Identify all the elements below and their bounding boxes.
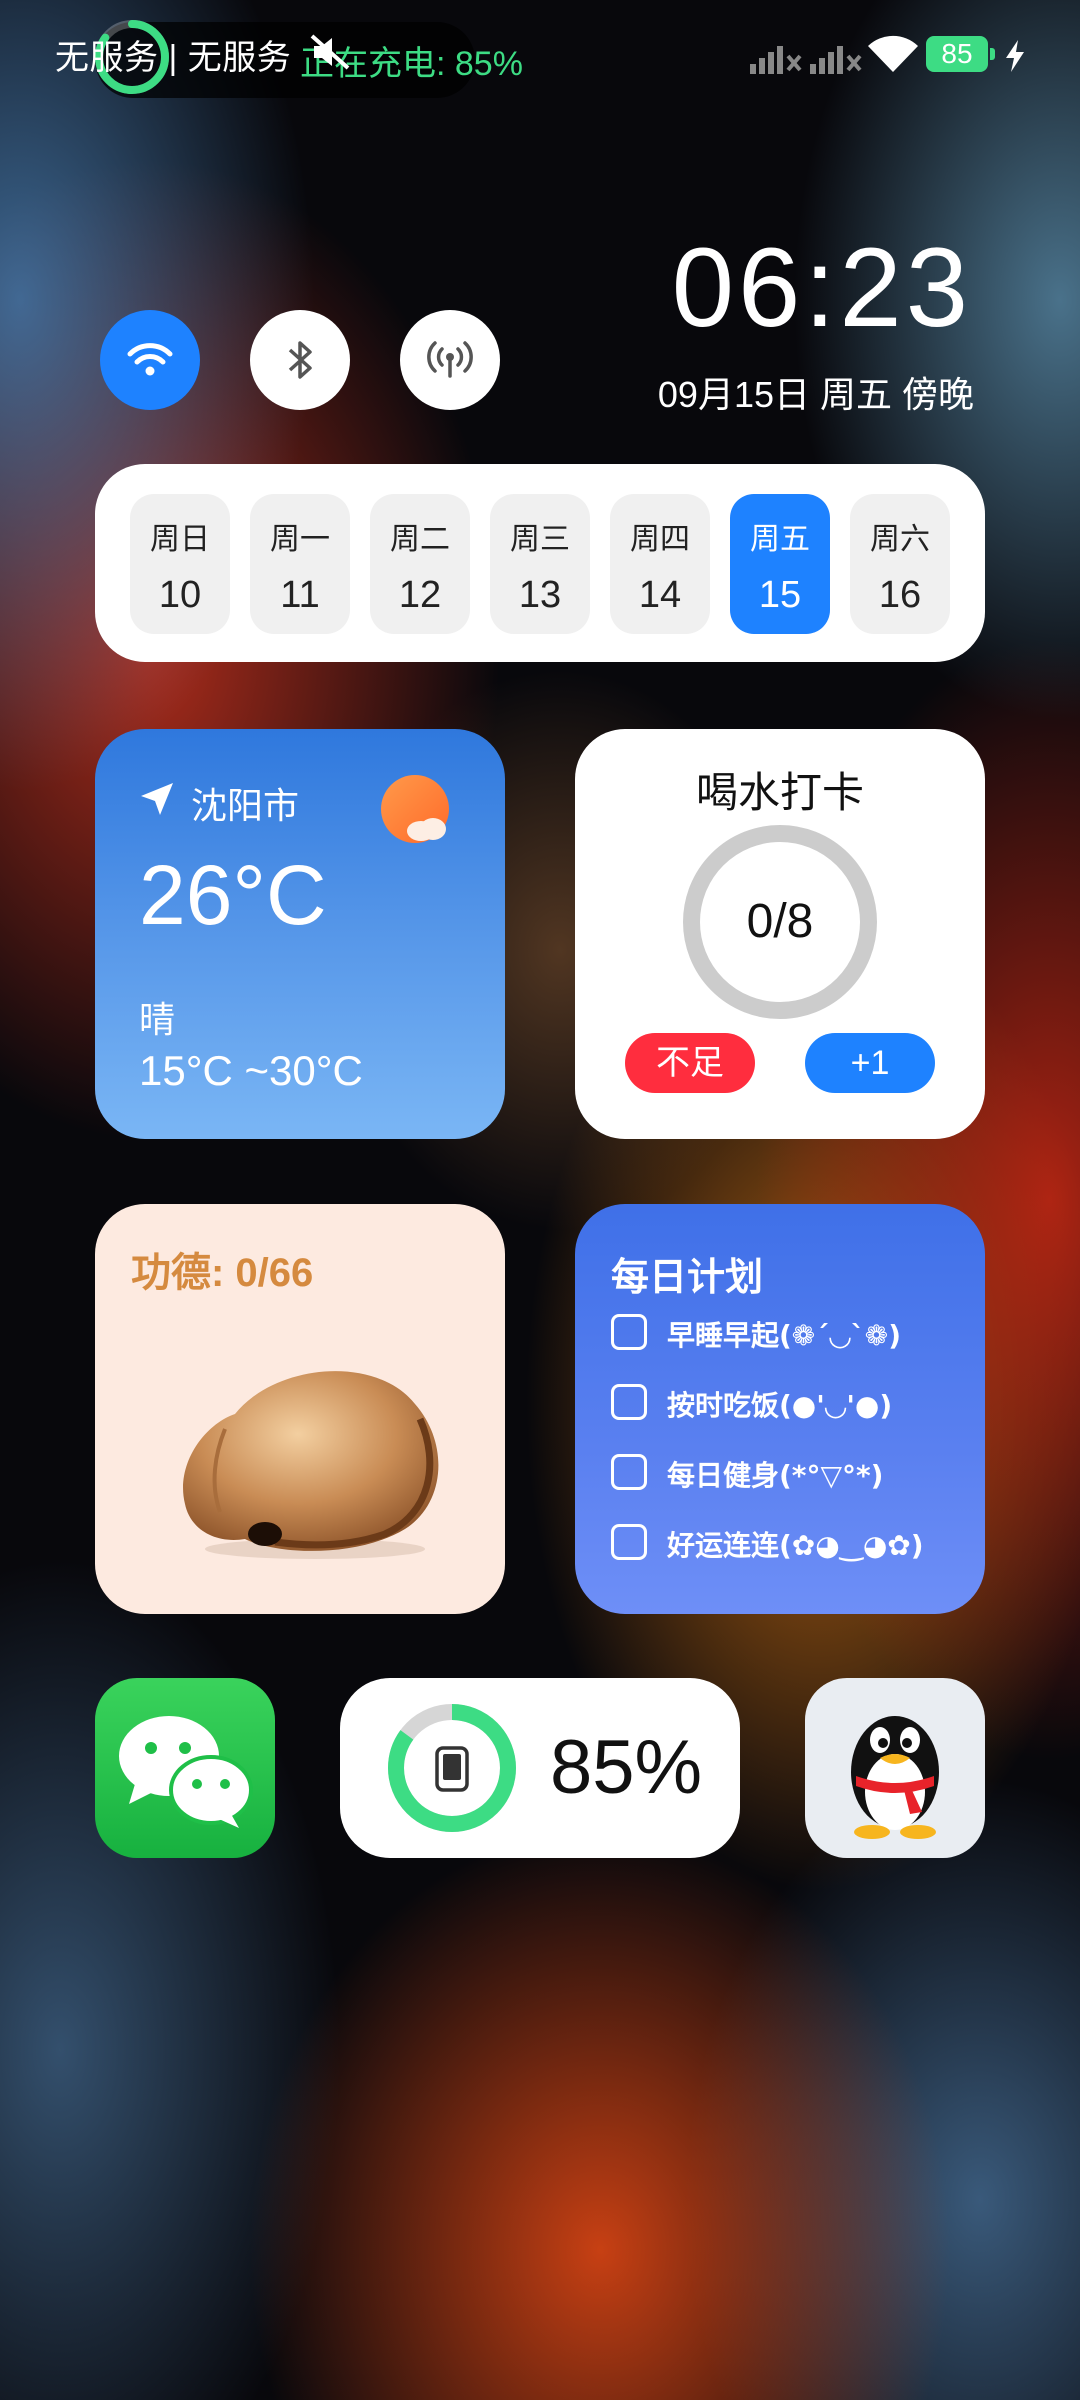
day-name: 周六 — [870, 522, 930, 557]
wifi-icon — [127, 343, 173, 376]
week-calendar-widget[interactable]: 周日 10 周一 11 周二 12 周三 13 周四 14 周五 15 周六 1… — [95, 464, 985, 662]
day-name: 周日 — [150, 522, 210, 557]
day-thursday[interactable]: 周四 14 — [610, 494, 710, 634]
plan-item[interactable]: 早睡早起(❁´◡`❁) — [611, 1308, 971, 1358]
plan-item[interactable]: 好运连连(✿◕‿◕✿) — [611, 1518, 971, 1568]
day-friday-selected[interactable]: 周五 15 — [730, 494, 830, 634]
plan-title: 每日计划 — [611, 1255, 764, 1299]
day-number: 10 — [158, 574, 202, 616]
plan-checkbox[interactable] — [611, 1384, 647, 1420]
location-arrow-icon — [141, 783, 173, 815]
day-monday[interactable]: 周一 11 — [250, 494, 350, 634]
signal-1-icon — [750, 46, 802, 74]
battery-percent: 85% — [550, 1725, 703, 1810]
weather-condition: 晴 — [139, 1000, 176, 1041]
water-tracker-widget[interactable]: 喝水打卡 0/8 不足 +1 — [575, 729, 985, 1139]
battery-status-icon: 85 — [926, 36, 988, 72]
day-name: 周一 — [270, 522, 330, 557]
plan-item-text: 每日健身(*°▽°*) — [667, 1459, 884, 1492]
wooden-fish-icon[interactable] — [165, 1334, 455, 1564]
status-bar: 正在充电: 85% 无服务 | 无服务 85 — [0, 0, 1080, 110]
phone-icon — [435, 1746, 469, 1792]
weather-range: 15°C ~30°C — [139, 1047, 363, 1094]
day-number: 14 — [638, 574, 682, 616]
plan-item[interactable]: 每日健身(*°▽°*) — [611, 1448, 971, 1498]
plan-item-text: 好运连连(✿◕‿◕✿) — [667, 1529, 924, 1562]
wechat-icon — [119, 1716, 253, 1828]
day-number: 13 — [518, 574, 562, 616]
day-number: 11 — [280, 574, 320, 616]
weather-widget[interactable]: 沈阳市 26°C 晴 15°C ~30°C — [95, 729, 505, 1139]
water-count: 0/8 — [746, 895, 814, 948]
water-title: 喝水打卡 — [695, 768, 864, 817]
plan-item-text: 按时吃饭(●'◡'●) — [667, 1389, 893, 1422]
cloud-icon — [407, 818, 446, 841]
weather-city: 沈阳市 — [191, 786, 300, 827]
mute-icon — [310, 34, 350, 70]
merit-widget[interactable]: 功德: 0/66 — [95, 1204, 505, 1614]
signal-2-icon — [810, 46, 862, 74]
plan-item-text: 早睡早起(❁´◡`❁) — [667, 1319, 902, 1352]
plan-item[interactable]: 按时吃饭(●'◡'●) — [611, 1378, 971, 1428]
wechat-app-icon[interactable] — [95, 1678, 275, 1858]
wifi-status-icon — [868, 35, 918, 72]
water-add-button[interactable]: +1 — [805, 1033, 935, 1093]
charging-bolt-icon — [1006, 40, 1024, 72]
day-number: 15 — [758, 574, 802, 616]
hotspot-icon — [427, 341, 473, 378]
daily-plan-widget[interactable]: 每日计划 早睡早起(❁´◡`❁) 按时吃饭(●'◡'●) 每日健身(*°▽°*)… — [575, 1204, 985, 1614]
wifi-toggle[interactable] — [100, 310, 200, 410]
plan-checkbox[interactable] — [611, 1314, 647, 1350]
plan-checkbox[interactable] — [611, 1454, 647, 1490]
hotspot-toggle[interactable] — [400, 310, 500, 410]
battery-widget[interactable]: 85% — [340, 1678, 740, 1858]
day-name: 周五 — [750, 522, 810, 557]
day-tuesday[interactable]: 周二 12 — [370, 494, 470, 634]
day-name: 周四 — [630, 522, 690, 557]
day-name: 周二 — [390, 522, 450, 557]
day-saturday[interactable]: 周六 16 — [850, 494, 950, 634]
carrier-text: 无服务 | 无服务 — [55, 39, 292, 77]
battery-cap — [990, 48, 995, 60]
qq-app-icon[interactable] — [805, 1678, 985, 1858]
weather-temperature: 26°C — [139, 848, 327, 942]
qq-penguin-icon — [851, 1716, 939, 1839]
plan-checkbox[interactable] — [611, 1524, 647, 1560]
bluetooth-toggle[interactable] — [250, 310, 350, 410]
day-number: 12 — [398, 574, 442, 616]
clock-time[interactable]: 06:23 — [672, 232, 972, 344]
day-sunday[interactable]: 周日 10 — [130, 494, 230, 634]
bluetooth-icon — [288, 341, 312, 379]
clock-date: 09月15日 周五 傍晚 — [657, 374, 974, 415]
day-name: 周三 — [510, 522, 570, 557]
merit-counter: 功德: 0/66 — [131, 1251, 314, 1295]
water-status-badge: 不足 — [625, 1033, 755, 1093]
day-number: 16 — [878, 574, 922, 616]
day-wednesday[interactable]: 周三 13 — [490, 494, 590, 634]
